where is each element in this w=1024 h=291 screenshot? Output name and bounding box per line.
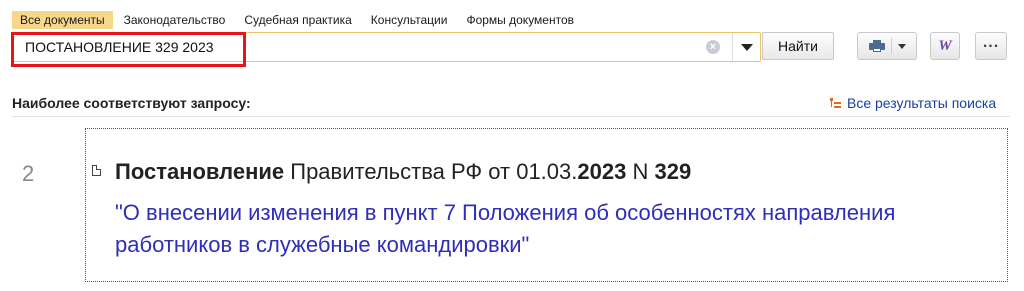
document-icon: [92, 165, 101, 176]
result-link[interactable]: "О внесении изменения в пункт 7 Положени…: [115, 197, 995, 261]
tab-legislation[interactable]: Законодательство: [116, 11, 234, 29]
result-card: Постановление Правительства РФ от 01.03.…: [85, 128, 1008, 282]
search-history-dropdown[interactable]: [732, 33, 761, 61]
more-icon: ...: [982, 34, 1000, 51]
export-word-button[interactable]: W: [930, 32, 960, 60]
title-issuer-date: Правительства РФ от 01.03.: [284, 159, 578, 184]
search-box: ×: [11, 32, 761, 67]
tab-consultations[interactable]: Консультации: [363, 11, 456, 29]
find-button[interactable]: Найти: [762, 32, 834, 60]
results-heading: Наиболее соответствуют запросу:: [12, 95, 251, 111]
result-title: Постановление Правительства РФ от 01.03.…: [115, 159, 691, 185]
result-number: 2: [22, 161, 35, 186]
printer-icon: [868, 40, 885, 52]
tree-list-icon: [830, 97, 841, 109]
title-number: 329: [654, 159, 692, 184]
chevron-down-icon[interactable]: [897, 43, 906, 49]
tab-court-practice[interactable]: Судебная практика: [236, 11, 359, 29]
chevron-down-icon: [741, 43, 753, 51]
all-results-link[interactable]: Все результаты поиска: [830, 95, 996, 111]
divider: [12, 116, 1010, 117]
search-tabs: Все документы Законодательство Судебная …: [12, 11, 585, 29]
title-year: 2023: [577, 159, 627, 184]
tab-all-documents[interactable]: Все документы: [12, 11, 113, 29]
print-button[interactable]: [857, 32, 917, 60]
more-button[interactable]: ...: [975, 32, 1007, 60]
tab-document-forms[interactable]: Формы документов: [458, 11, 582, 29]
print-separator: [890, 38, 892, 54]
search-input[interactable]: [13, 33, 715, 61]
word-icon: W: [938, 37, 952, 54]
title-number-prefix: N: [626, 159, 655, 184]
clear-icon[interactable]: ×: [706, 40, 720, 54]
all-results-label: Все результаты поиска: [847, 95, 997, 111]
title-doc-type: Постановление: [115, 159, 285, 184]
